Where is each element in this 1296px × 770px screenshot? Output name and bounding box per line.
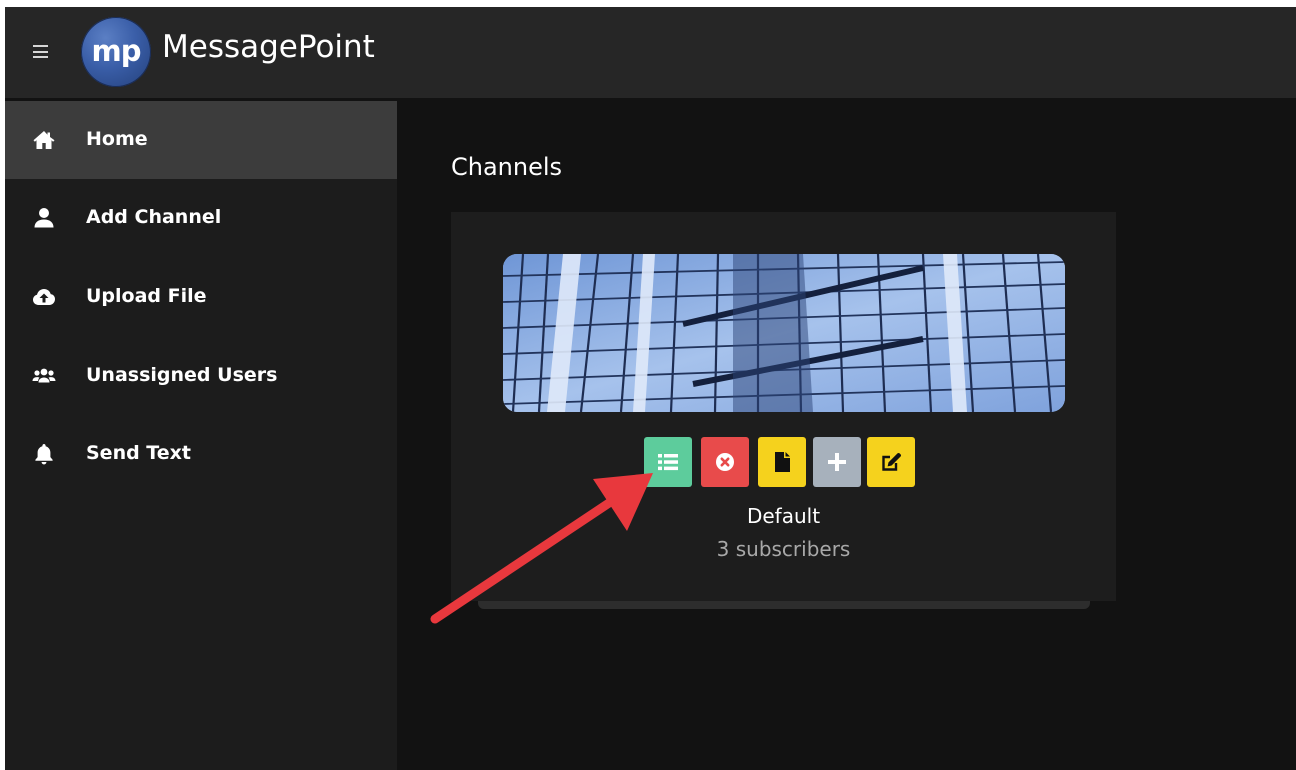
list-icon xyxy=(658,454,678,471)
sidebar-item-label: Add Channel xyxy=(86,206,222,228)
sidebar-item-upload-file[interactable]: Upload File xyxy=(5,258,397,336)
sidebar-item-add-channel[interactable]: Add Channel xyxy=(5,179,397,257)
channel-name: Default xyxy=(746,504,821,528)
sidebar-item-send-text[interactable]: Send Text xyxy=(5,415,397,493)
bell-icon xyxy=(32,442,56,466)
sidebar-item-home[interactable]: Home xyxy=(5,101,397,179)
sidebar-item-unassigned-users[interactable]: Unassigned Users xyxy=(5,337,397,415)
hamburger-menu-icon[interactable] xyxy=(33,45,48,58)
page-title: Channels xyxy=(451,153,563,181)
delete-button[interactable] xyxy=(701,437,749,487)
top-bar: mp MessagePoint xyxy=(5,7,1296,98)
home-icon xyxy=(32,128,56,152)
sidebar-item-label: Unassigned Users xyxy=(86,364,278,386)
sidebar: Home Add Channel Upload File Unassigned … xyxy=(5,101,397,770)
plus-icon xyxy=(828,453,846,471)
file-button[interactable] xyxy=(758,437,806,487)
users-icon xyxy=(32,364,56,388)
user-icon xyxy=(32,206,56,230)
channel-card: Default 3 subscribers xyxy=(451,212,1116,601)
edit-icon xyxy=(882,452,902,471)
sidebar-item-label: Home xyxy=(86,128,148,150)
add-button[interactable] xyxy=(813,437,861,487)
channel-subscriber-count: 3 subscribers xyxy=(716,537,851,561)
channel-banner-image xyxy=(503,254,1065,412)
file-icon xyxy=(775,452,790,472)
logo-text: mp xyxy=(91,34,142,68)
app-title: MessagePoint xyxy=(162,29,375,65)
cloud-upload-icon xyxy=(32,285,56,309)
edit-button[interactable] xyxy=(867,437,915,487)
logo: mp xyxy=(81,17,151,87)
times-circle-icon xyxy=(716,453,734,471)
sidebar-item-label: Upload File xyxy=(86,285,207,307)
sidebar-item-label: Send Text xyxy=(86,442,191,464)
app-window: mp MessagePoint Home Add Channel Upload … xyxy=(5,7,1296,770)
list-button[interactable] xyxy=(644,437,692,487)
